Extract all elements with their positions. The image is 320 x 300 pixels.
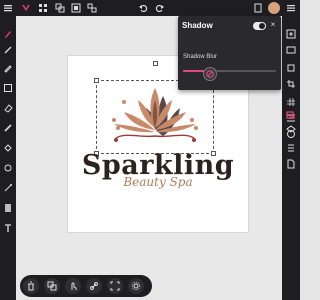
brush-icon[interactable] xyxy=(2,28,14,40)
right-toolbar xyxy=(282,16,300,300)
delete-icon[interactable] xyxy=(23,278,39,294)
selection-box[interactable] xyxy=(94,78,216,156)
resize-handle[interactable] xyxy=(94,78,99,83)
grid-icon[interactable] xyxy=(37,2,49,14)
group-icon[interactable] xyxy=(70,2,82,14)
fill-icon[interactable] xyxy=(2,142,14,154)
logo-icon[interactable] xyxy=(20,2,32,14)
image-icon[interactable] xyxy=(285,44,297,56)
page-icon[interactable] xyxy=(285,158,297,170)
fit-icon[interactable] xyxy=(107,278,123,294)
color-picker-icon xyxy=(206,70,214,78)
pages-icon[interactable] xyxy=(252,2,264,14)
shadow-panel-header: Shadow × xyxy=(178,16,281,36)
add-icon[interactable] xyxy=(285,28,297,40)
bottom-action-bar xyxy=(20,275,152,297)
shadow-color-swatch[interactable] xyxy=(203,67,217,81)
text-icon[interactable] xyxy=(2,222,14,234)
pen-icon[interactable] xyxy=(2,44,14,56)
avatar[interactable] xyxy=(268,2,280,14)
ungroup-icon[interactable] xyxy=(86,2,98,14)
touch-icon[interactable] xyxy=(65,278,81,294)
rotate-handle[interactable] xyxy=(153,61,158,66)
menu-icon[interactable] xyxy=(2,2,14,14)
gradient-icon[interactable] xyxy=(2,202,14,214)
link-icon[interactable] xyxy=(86,278,102,294)
layers-stack-icon[interactable] xyxy=(54,2,66,14)
tagline-text[interactable]: Beauty Spa xyxy=(67,175,249,189)
stamp-icon[interactable] xyxy=(2,162,14,174)
left-toolbar xyxy=(0,16,16,300)
smudge-icon[interactable] xyxy=(2,122,14,134)
duplicate-icon[interactable] xyxy=(44,278,60,294)
eraser-icon[interactable] xyxy=(2,102,14,114)
shape-icon[interactable] xyxy=(2,82,14,94)
line-icon[interactable] xyxy=(2,182,14,194)
close-icon[interactable]: × xyxy=(268,20,278,30)
undo-icon[interactable] xyxy=(137,2,149,14)
redo-icon[interactable] xyxy=(154,2,166,14)
shadow-toggle-knob xyxy=(259,23,265,29)
shadow-icon[interactable] xyxy=(285,109,297,121)
shadow-blur-slider[interactable] xyxy=(183,68,276,74)
shadow-panel-title: Shadow xyxy=(182,21,213,30)
settings-icon[interactable] xyxy=(128,278,144,294)
shadow-toggle[interactable] xyxy=(253,22,266,30)
shadow-panel: Shadow × Shadow Blur xyxy=(178,16,281,90)
layers-icon[interactable] xyxy=(285,124,297,136)
top-toolbar xyxy=(0,0,300,16)
adjust-icon[interactable] xyxy=(285,142,297,154)
crop-icon[interactable] xyxy=(285,78,297,90)
shadow-blur-label: Shadow Blur xyxy=(183,54,218,60)
grid-icon[interactable] xyxy=(285,96,297,108)
more-icon[interactable] xyxy=(285,2,297,14)
pencil-icon[interactable] xyxy=(2,62,14,74)
frame-icon[interactable] xyxy=(285,62,297,74)
